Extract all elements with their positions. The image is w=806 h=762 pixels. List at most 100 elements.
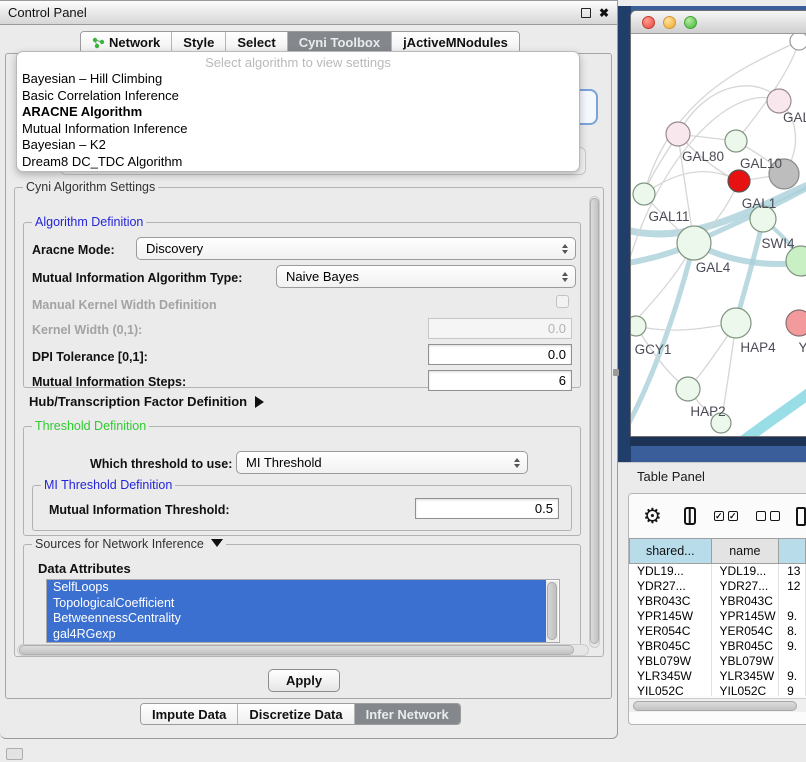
column-header-name[interactable]: name — [712, 538, 780, 564]
column-header-clipped[interactable] — [779, 538, 806, 564]
table-cell — [779, 594, 806, 609]
threshold-definition-group: Threshold Definition Which threshold to … — [23, 426, 581, 536]
float-window-icon[interactable] — [581, 8, 591, 18]
dropdown-item[interactable]: Basic Correlation Inference — [17, 88, 579, 105]
table-cell: YIL052C — [712, 684, 780, 696]
dropdown-item[interactable]: Bayesian – K2 — [17, 137, 579, 154]
settings-horizontal-scrollbar[interactable] — [17, 644, 589, 656]
table-cell: YDR27... — [712, 579, 780, 594]
table-row[interactable]: YBL079WYBL079W — [629, 654, 806, 669]
export-table-icon[interactable] — [796, 507, 806, 526]
tab-label: Network — [109, 35, 160, 50]
mi-type-value: Naive Bayes — [286, 269, 359, 284]
bottom-tab-impute-data[interactable]: Impute Data — [141, 704, 237, 724]
tab-network[interactable]: Network — [81, 32, 171, 53]
tab-cyni-toolbox[interactable]: Cyni Toolbox — [287, 32, 391, 53]
network-node-gcy1[interactable] — [631, 316, 646, 336]
table-horizontal-scrollbar[interactable] — [629, 698, 806, 712]
table-cell: YBL079W — [712, 654, 780, 669]
apply-button[interactable]: Apply — [268, 669, 340, 692]
aracne-mode-label: Aracne Mode: — [32, 243, 115, 257]
tab-select[interactable]: Select — [225, 32, 286, 53]
network-node-gal1[interactable] — [728, 170, 750, 192]
node-table: ⚙ ✓✓ shared...name YDL19...YDL19...13YDR… — [628, 493, 806, 725]
panel-splitter-handle[interactable] — [613, 369, 619, 376]
column-header-shared-[interactable]: shared... — [629, 538, 712, 564]
settings-vertical-scrollbar[interactable] — [589, 196, 600, 648]
network-node-gal10[interactable] — [725, 130, 747, 152]
network-node-gal4[interactable] — [677, 226, 711, 260]
select-all-icon[interactable]: ✓✓ — [714, 511, 738, 521]
close-traffic-light[interactable] — [642, 16, 655, 29]
bottom-tab-discretize-data[interactable]: Discretize Data — [237, 704, 353, 724]
mi-threshold-field[interactable]: 0.5 — [415, 498, 559, 519]
attribute-list-item[interactable]: BetweennessCentrality — [47, 611, 546, 627]
table-row[interactable]: YBR045CYBR045C9. — [629, 639, 806, 654]
network-view-window: GALGAL80GAL10GAL1GAL11SWI4GAL4GCY1HAP4YH… — [630, 10, 806, 437]
table-header-row: shared...name — [629, 538, 806, 564]
table-row[interactable]: YDR27...YDR27...12 — [629, 579, 806, 594]
gear-icon[interactable]: ⚙ — [643, 506, 662, 527]
tab-jactivemnodules[interactable]: jActiveMNodules — [391, 32, 519, 53]
node-label: GAL4 — [696, 260, 731, 275]
mi-steps-field[interactable]: 6 — [428, 370, 572, 391]
table-cell: YLR345W — [712, 669, 780, 684]
tab-style[interactable]: Style — [171, 32, 225, 53]
attribute-list-item[interactable]: TopologicalCoefficient — [47, 596, 546, 612]
network-node-y[interactable] — [786, 310, 806, 336]
table-row[interactable]: YER054CYER054C8. — [629, 624, 806, 639]
dropdown-placeholder: Select algorithm to view settings — [17, 54, 579, 71]
table-row[interactable]: YLR345WYLR345W9. — [629, 669, 806, 684]
network-node[interactable] — [790, 34, 806, 50]
table-cell: YDL19... — [629, 564, 712, 579]
table-cell: 9. — [779, 609, 806, 624]
minimize-traffic-light[interactable] — [663, 16, 676, 29]
table-cell: YDR27... — [629, 579, 712, 594]
table-row[interactable]: YDL19...YDL19...13 — [629, 564, 806, 579]
dropdown-item[interactable]: Mutual Information Inference — [17, 121, 579, 138]
which-threshold-select[interactable]: MI Threshold — [236, 451, 528, 474]
scrollbar-thumb[interactable] — [590, 198, 599, 644]
scrollbar-thumb[interactable] — [19, 645, 574, 655]
sources-group-title[interactable]: Sources for Network Inference — [32, 537, 226, 551]
sources-group: Sources for Network Inference Data Attri… — [23, 544, 581, 650]
network-edge — [736, 219, 763, 323]
network-canvas[interactable]: GALGAL80GAL10GAL1GAL11SWI4GAL4GCY1HAP4YH… — [631, 34, 806, 437]
table-cell: YBR043C — [629, 594, 712, 609]
zoom-traffic-light[interactable] — [684, 16, 697, 29]
kernel-width-field[interactable]: 0.0 — [428, 318, 572, 339]
table-row[interactable]: YPR145WYPR145W9. — [629, 609, 806, 624]
column-layout-icon[interactable] — [684, 507, 696, 525]
deselect-all-icon[interactable] — [756, 511, 780, 521]
scrollbar-thumb[interactable] — [547, 582, 557, 640]
manual-kernel-checkbox[interactable] — [556, 295, 569, 308]
dpi-tolerance-field[interactable]: 0.0 — [428, 344, 572, 365]
scrollbar-thumb[interactable] — [633, 701, 797, 711]
network-icon — [92, 36, 105, 49]
dropdown-item[interactable]: ARACNE Algorithm — [17, 104, 579, 121]
aracne-mode-select[interactable]: Discovery — [136, 237, 576, 260]
list-vertical-scrollbar[interactable] — [546, 581, 558, 643]
table-cell: YDL19... — [712, 564, 780, 579]
network-node-hap4[interactable] — [721, 308, 751, 338]
dropdown-item[interactable]: Bayesian – Hill Climbing — [17, 71, 579, 88]
dropdown-item[interactable]: Dream8 DC_TDC Algorithm — [17, 154, 579, 171]
network-node-gal80[interactable] — [666, 122, 690, 146]
combo-stepper-icon — [509, 458, 527, 468]
table-row[interactable]: YIL052CYIL052C9 — [629, 684, 806, 696]
data-attributes-list[interactable]: SelfLoopsTopologicalCoefficientBetweenne… — [46, 579, 560, 643]
node-label: GAL10 — [740, 156, 782, 171]
mi-threshold-group-title: MI Threshold Definition — [41, 478, 175, 492]
attribute-list-item[interactable]: gal4RGexp — [47, 627, 546, 643]
hub-definition-expander[interactable]: Hub/Transcription Factor Definition — [29, 394, 264, 409]
bottom-tab-infer-network[interactable]: Infer Network — [354, 704, 460, 724]
close-icon[interactable]: ✖ — [599, 8, 609, 18]
network-node-hap2[interactable] — [676, 377, 700, 401]
network-node-gal11[interactable] — [633, 183, 655, 205]
collapsed-panel-icon[interactable] — [6, 748, 23, 760]
algorithm-dropdown: Select algorithm to view settings Bayesi… — [16, 51, 580, 172]
mi-type-select[interactable]: Naive Bayes — [276, 265, 576, 288]
mi-threshold-label: Mutual Information Threshold: — [49, 503, 230, 517]
attribute-list-item[interactable]: SelfLoops — [47, 580, 546, 596]
table-row[interactable]: YBR043CYBR043C — [629, 594, 806, 609]
